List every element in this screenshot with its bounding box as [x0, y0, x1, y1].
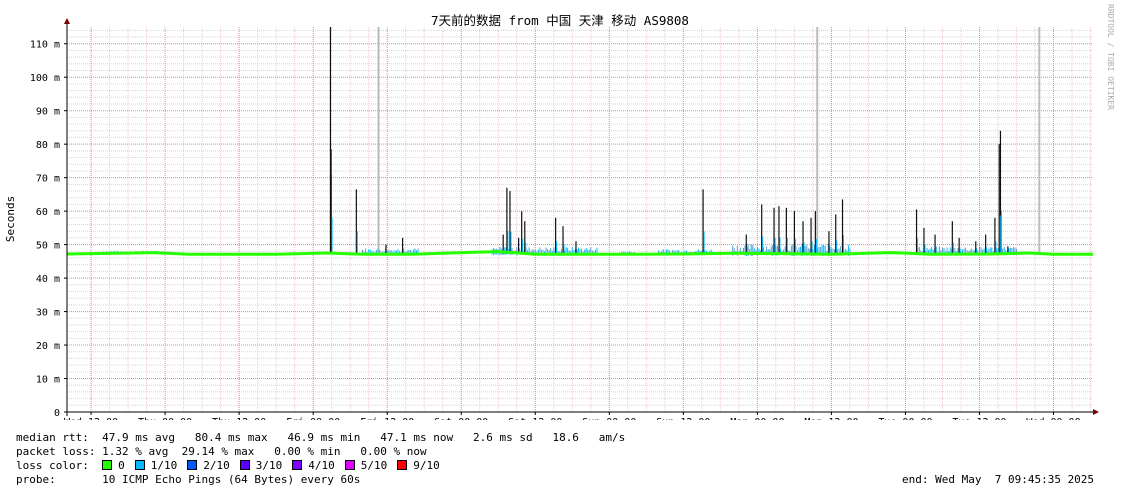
- smokeping-chart: 0 10 m 20 m 30 m 40 m 50 m 60 m 70 m 80 m 90 m 100…: [4, 4, 1115, 420]
- loss-color-item: 1/10: [134, 459, 178, 472]
- y-tick-label: 10 m: [36, 375, 60, 386]
- packet-loss-values: 1.32 % avg 29.14 % max 0.00 % min 0.00 %…: [102, 445, 427, 458]
- x-tick-label: Fri 12:00: [360, 417, 414, 420]
- probe-label: probe:: [16, 473, 56, 486]
- median-rtt-values: 47.9 ms avg 80.4 ms max 46.9 ms min 47.1…: [102, 431, 626, 444]
- loss-color-swatch: [102, 460, 113, 470]
- x-tick-label: Sat 00:00: [434, 417, 488, 420]
- grid-minor: [67, 27, 1093, 412]
- loss-color-swatch: [344, 460, 355, 470]
- loss-color-label: 4/10: [308, 459, 335, 472]
- median-rtt-label: median rtt:: [16, 431, 89, 444]
- x-tick-label: Mon 12:00: [804, 417, 858, 420]
- y-tick-label: 40 m: [36, 274, 60, 285]
- probe-value: 10 ICMP Echo Pings (64 Bytes) every 60s: [102, 473, 361, 486]
- loss-color-label: 0: [118, 459, 125, 472]
- y-tick-label: 0: [54, 408, 60, 419]
- end-timestamp: end: Wed May 7 09:45:35 2025: [902, 473, 1095, 486]
- x-tick-label: Mon 00:00: [730, 417, 784, 420]
- y-tick-label: 90 m: [36, 107, 60, 118]
- loss-color-label: 9/10: [413, 459, 440, 472]
- y-tick-label: 60 m: [36, 207, 60, 218]
- loss-color-item: 3/10: [239, 459, 283, 472]
- loss-color-row: loss color: 0 1/10 2/10 3/10 4/10 5/10 9/10: [16, 459, 450, 473]
- x-tick-label: Wed 12:00: [64, 417, 118, 420]
- x-tick-label: Sat 12:00: [508, 417, 562, 420]
- loss-color-swatch: [292, 460, 303, 470]
- loss-color-item: 2/10: [187, 459, 230, 472]
- loss-color-label: 5/10: [360, 459, 388, 472]
- y-tick-label: 100 m: [30, 73, 60, 84]
- x-tick-label: Sun 12:00: [656, 417, 710, 420]
- packet-loss-label: packet loss:: [16, 445, 96, 458]
- loss-color-swatch: [134, 460, 145, 470]
- y-tick-label: 70 m: [36, 174, 60, 185]
- x-tick-label: Thu 12:00: [212, 417, 266, 420]
- x-tick-label: Thu 00:00: [138, 417, 192, 420]
- loss-color-label: 2/10: [203, 459, 230, 472]
- y-axis-label: Seconds: [4, 196, 17, 242]
- y-tick-label: 80 m: [36, 140, 60, 151]
- x-tick-label: Tue 00:00: [878, 417, 932, 420]
- loss-color-item: 9/10: [397, 459, 440, 472]
- x-tick-label: Sun 00:00: [582, 417, 636, 420]
- loss-color-items: 0 1/10 2/10 3/10 4/10 5/10 9/10: [102, 459, 450, 472]
- packet-loss-row: packet loss: 1.32 % avg 29.14 % max 0.00…: [16, 445, 427, 459]
- y-tick-label: 110 m: [30, 40, 60, 51]
- loss-color-swatch: [397, 460, 408, 470]
- x-axis-arrow: [1093, 409, 1099, 415]
- x-tick-label: Fri 00:00: [286, 417, 340, 420]
- x-tick-label: Tue 12:00: [952, 417, 1006, 420]
- y-axis-arrow: [64, 18, 70, 24]
- x-axis-ticks: Wed 12:00 Thu 00:00 Thu 12:00 Fri 00:00 Fri …: [64, 412, 1081, 420]
- loss-color-swatch: [239, 460, 250, 470]
- x-tick-label: Wed 00:00: [1026, 417, 1080, 420]
- chart-title: 7天前的数据 from 中国 天津 移动 AS9808: [431, 13, 689, 28]
- y-axis-ticks: 0 10 m 20 m 30 m 40 m 50 m 60 m 70 m 80 m 90 m 100…: [30, 40, 67, 419]
- rtt-spikes: [329, 27, 1010, 254]
- y-tick-label: 30 m: [36, 308, 60, 319]
- y-tick-label: 20 m: [36, 341, 60, 352]
- loss-color-swatch: [187, 460, 198, 470]
- y-tick-label: 50 m: [36, 241, 60, 252]
- loss-color-item: 4/10: [292, 459, 335, 472]
- loss-spikes: [377, 27, 1041, 254]
- watermark: RRDTOOL / TOBI OETIKER: [1106, 4, 1115, 110]
- loss-color-label: 1/10: [150, 459, 178, 472]
- loss-color-label: loss color:: [16, 459, 89, 472]
- loss-color-label: 3/10: [255, 459, 283, 472]
- median-rtt-row: median rtt: 47.9 ms avg 80.4 ms max 46.9…: [16, 431, 625, 445]
- probe-row: probe: 10 ICMP Echo Pings (64 Bytes) eve…: [16, 473, 360, 487]
- loss-color-item: 0: [102, 459, 125, 472]
- loss-color-item: 5/10: [344, 459, 388, 472]
